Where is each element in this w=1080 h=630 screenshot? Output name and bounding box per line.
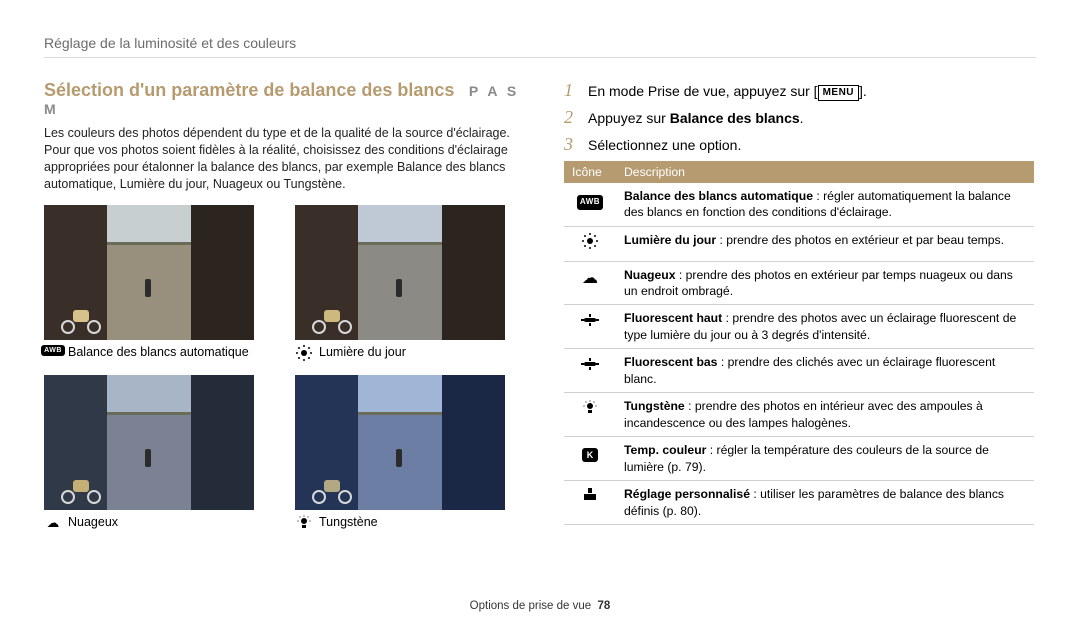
breadcrumb: Réglage de la luminosité et des couleurs xyxy=(44,0,1036,58)
table-row: Réglage personnalisé : utiliser les para… xyxy=(564,481,1034,525)
page-footer: Options de prise de vue 78 xyxy=(0,600,1080,612)
caption-awb: Balance des blancs automatique xyxy=(68,345,249,359)
custom-preset-icon xyxy=(582,488,598,502)
sample-awb: AWBBalance des blancs automatique xyxy=(44,205,273,361)
menu-button-icon: MENU xyxy=(818,85,859,101)
bulb-icon xyxy=(297,515,311,529)
table-row: Fluorescent haut : prendre des photos av… xyxy=(564,305,1034,349)
caption-daylight: Lumière du jour xyxy=(319,345,406,359)
kelvin-icon: K xyxy=(582,448,598,462)
table-row: ☁Nuageux : prendre des photos en extérie… xyxy=(564,261,1034,305)
bulb-icon xyxy=(583,400,597,414)
step-3: 3 Sélectionnez une option. xyxy=(564,134,1034,155)
sun-icon xyxy=(582,233,598,249)
th-desc: Description xyxy=(616,161,1034,183)
caption-tungsten: Tungstène xyxy=(319,515,378,529)
table-row: Fluorescent bas : prendre des clichés av… xyxy=(564,349,1034,393)
cloud-icon: ☁ xyxy=(44,515,62,530)
fluorescent-low-icon xyxy=(581,358,599,370)
section-title: Sélection d'un paramètre de balance des … xyxy=(44,80,454,100)
sample-cloudy: ☁ Nuageux xyxy=(44,375,273,530)
table-row: KTemp. couleur : régler la température d… xyxy=(564,437,1034,481)
th-icon: Icône xyxy=(564,161,616,183)
step-1: 1 En mode Prise de vue, appuyez sur [MEN… xyxy=(564,80,1034,101)
step-2: 2 Appuyez sur Balance des blancs. xyxy=(564,107,1034,128)
caption-cloudy: Nuageux xyxy=(68,515,118,529)
sample-tungsten: Tungstène xyxy=(295,375,524,530)
cloud-icon: ☁ xyxy=(564,261,616,305)
sun-icon xyxy=(296,345,312,361)
intro-text: Les couleurs des photos dépendent du typ… xyxy=(44,125,524,193)
awb-icon: AWB xyxy=(577,195,603,210)
sample-daylight: Lumière du jour xyxy=(295,205,524,361)
options-table: Icône Description AWBBalance des blancs … xyxy=(564,161,1034,525)
table-row: AWBBalance des blancs automatique : régl… xyxy=(564,183,1034,226)
table-row: Lumière du jour : prendre des photos en … xyxy=(564,226,1034,261)
fluorescent-high-icon xyxy=(581,314,599,326)
table-row: Tungstène : prendre des photos en intéri… xyxy=(564,393,1034,437)
awb-icon: AWB xyxy=(41,345,65,356)
